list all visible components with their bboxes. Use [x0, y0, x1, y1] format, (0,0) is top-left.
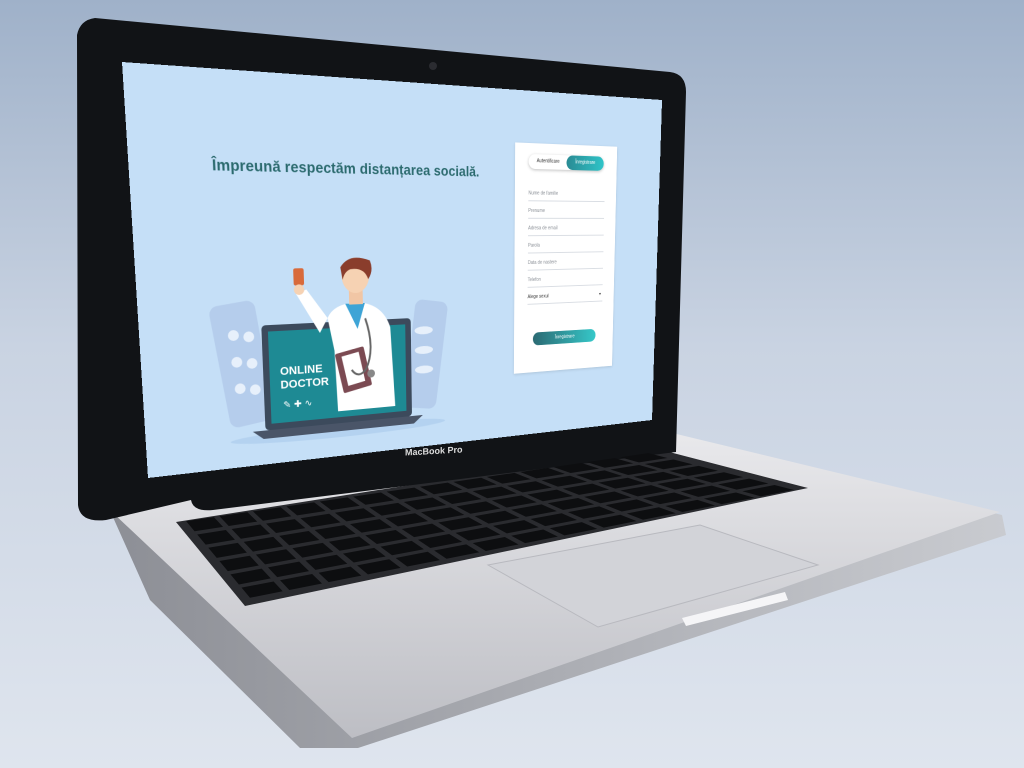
keyboard-key: [403, 497, 447, 510]
chevron-down-icon: ▾: [598, 291, 601, 298]
sex-select-value: Alege sexul: [527, 293, 549, 301]
sex-select[interactable]: Alege sexul ▾: [527, 287, 603, 305]
keyboard-key: [620, 453, 668, 463]
keyboard-key: [620, 485, 669, 497]
keyboard-key: [530, 513, 578, 527]
keyboard-key: [292, 542, 334, 558]
last-name-field[interactable]: Nume de familie: [528, 186, 605, 203]
keyboard-key: [219, 555, 259, 572]
keyboard-key: [385, 513, 429, 527]
keyboard-key: [472, 486, 517, 499]
keyboard-key: [553, 463, 600, 474]
keyboard-key: [669, 465, 718, 477]
app-screen: Împreună respectăm distanțarea socială.: [122, 62, 663, 479]
keyboard-key: [197, 529, 235, 545]
phone-field[interactable]: Telefon: [527, 271, 603, 288]
keyboard-key: [314, 525, 356, 539]
keyboard-key: [350, 519, 392, 533]
keyboard-key: [492, 520, 539, 534]
keyboard-key: [541, 475, 588, 487]
keyboard-key: [486, 472, 531, 484]
keyboard-key: [300, 513, 341, 528]
keyboard-key: [328, 536, 371, 551]
register-button[interactable]: Înregistrare: [532, 328, 596, 346]
keyboard-key: [255, 549, 297, 565]
keyboard-key: [456, 501, 501, 514]
keyboard-key: [474, 510, 520, 524]
keyboard-key: [266, 519, 306, 533]
keyboard-key: [547, 497, 595, 510]
medicine-bottle-icon: [293, 268, 305, 286]
keyboard-key: [334, 508, 376, 522]
keyboard-key: [230, 568, 271, 585]
page-tagline: Împreună respectăm distanțarea socială.: [211, 156, 480, 180]
keyboard-key: [357, 559, 401, 575]
auth-tabs: Autentificare Înregistrare: [528, 153, 604, 171]
keyboard-key: [438, 492, 482, 504]
keyboard-key: [472, 536, 519, 551]
keyboard-key: [584, 491, 632, 504]
keyboard-key: [438, 517, 483, 531]
keyboard-key: [186, 517, 223, 532]
tab-register[interactable]: Înregistrare: [566, 155, 604, 171]
keyboard-key: [507, 481, 552, 493]
keyboard-key: [286, 502, 326, 516]
keyboard-key: [575, 470, 623, 481]
keyboard-key: [455, 527, 501, 541]
registration-panel: Autentificare Înregistrare Nume de famil…: [513, 142, 618, 374]
keyboard-key: [219, 512, 258, 526]
keyboard-key: [605, 499, 654, 512]
keyboard-key: [549, 522, 598, 536]
keyboard-key: [280, 574, 322, 590]
keyboard-key: [568, 506, 616, 519]
keyboard-key: [305, 554, 348, 570]
keyboard-key: [369, 502, 411, 516]
tab-login[interactable]: Autentificare: [529, 154, 568, 170]
keyboard-key: [520, 467, 565, 479]
birthdate-field[interactable]: Data de nastere: [527, 254, 604, 271]
laptop-scene: MacBook Pro Împreună respectăm distanțar…: [0, 0, 1024, 768]
keyboard-key: [562, 483, 610, 495]
keyboard-key: [587, 458, 634, 468]
keyboard-key: [588, 514, 637, 528]
keyboard-key: [657, 478, 706, 490]
keyboard-key: [598, 477, 646, 489]
email-field[interactable]: Adresa de email: [528, 221, 605, 237]
keyboard-key: [318, 566, 362, 583]
keyboard-key: [231, 524, 271, 539]
keyboard-key: [353, 492, 394, 505]
keyboard-key: [644, 459, 693, 470]
keyboard-key: [380, 540, 424, 556]
keyboard-key: [243, 536, 284, 552]
online-doctor-illustration: ONLINE DOCTOR ✎ ✚ ∿: [207, 257, 449, 449]
keyboard-key: [252, 507, 292, 521]
keyboard-key: [386, 487, 429, 500]
keyboard-key: [610, 464, 658, 476]
keyboard-key: [279, 531, 320, 546]
keyboard-key: [626, 507, 676, 520]
password-field[interactable]: Parola: [527, 238, 604, 254]
keyboard-key: [527, 489, 573, 502]
keyboard-key: [342, 547, 386, 563]
keyboard-key: [241, 581, 283, 598]
keyboard-key: [491, 495, 537, 508]
keyboard-key: [267, 561, 310, 578]
laptop-screen: Împreună respectăm distanțarea socială.: [122, 62, 663, 479]
keyboard-key: [319, 497, 360, 511]
keyboard-key: [419, 482, 463, 495]
keyboard-key: [365, 530, 408, 544]
keyboard-key: [417, 534, 463, 548]
keyboard-key: [453, 477, 497, 489]
keyboard-key: [208, 542, 247, 558]
keyboard-key: [633, 471, 682, 483]
keyboard-key: [511, 529, 558, 544]
keyboard-key: [421, 507, 465, 521]
keyboard-key: [395, 551, 440, 567]
keyboard-key: [511, 504, 557, 517]
first-name-field[interactable]: Prenume: [528, 204, 605, 219]
keyboard-key: [401, 523, 446, 538]
keyboard-key: [434, 544, 480, 559]
